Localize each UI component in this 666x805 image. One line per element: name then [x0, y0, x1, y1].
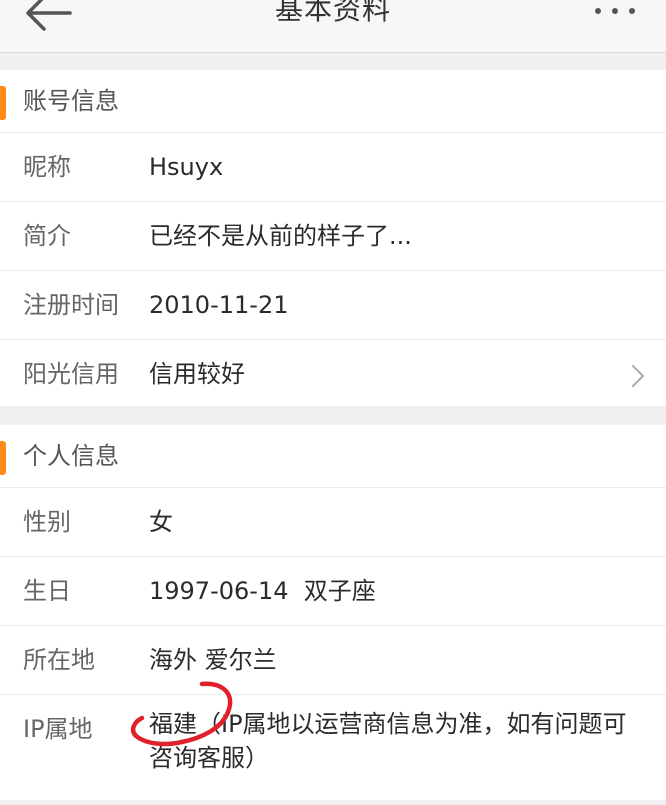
row-ip-location: IP属地 福建（IP属地以运营商信息为准，如有问题可咨询客服） — [0, 695, 666, 805]
top-navigation-bar: 基本资料 — [0, 0, 666, 53]
location-label: 所在地 — [23, 646, 95, 674]
row-birthday: 生日 1997-06-14 双子座 — [0, 557, 666, 626]
sunshine-credit-label: 阳光信用 — [23, 360, 119, 388]
sunshine-credit-value: 信用较好 — [149, 360, 245, 388]
row-bio: 简介 已经不是从前的样子了... — [0, 202, 666, 271]
bio-label: 简介 — [23, 222, 71, 250]
page-title: 基本资料 — [274, 0, 391, 26]
section-header-personal: 个人信息 — [0, 425, 666, 488]
account-info-section: 账号信息 昵称 Hsuyx 简介 已经不是从前的样子了... 注册时间 2010… — [0, 70, 666, 406]
section-accent-bar — [0, 441, 6, 475]
nickname-label: 昵称 — [23, 153, 71, 181]
ip-location-label: IP属地 — [23, 715, 93, 743]
row-gender: 性别 女 — [0, 488, 666, 557]
birthday-label: 生日 — [23, 577, 71, 605]
register-date-label: 注册时间 — [23, 291, 119, 319]
section-accent-bar — [0, 86, 6, 120]
chevron-right-icon — [632, 365, 644, 387]
ip-location-value: 福建（IP属地以运营商信息为准，如有问题可咨询客服） — [149, 710, 627, 772]
bio-value: 已经不是从前的样子了... — [149, 222, 412, 250]
register-date-value: 2010-11-21 — [149, 291, 289, 319]
more-dots-icon[interactable] — [590, 0, 640, 28]
row-nickname: 昵称 Hsuyx — [0, 133, 666, 202]
gender-label: 性别 — [23, 508, 71, 536]
birthday-value: 1997-06-14 双子座 — [149, 577, 376, 605]
row-location: 所在地 海外 爱尔兰 — [0, 626, 666, 695]
location-value: 海外 爱尔兰 — [149, 646, 277, 674]
personal-info-section: 个人信息 性别 女 生日 1997-06-14 双子座 所在地 海外 爱尔兰 I… — [0, 425, 666, 800]
row-sunshine-credit[interactable]: 阳光信用 信用较好 — [0, 340, 666, 408]
nickname-value: Hsuyx — [149, 153, 224, 181]
section-header-account: 账号信息 — [0, 70, 666, 133]
gender-value: 女 — [149, 508, 173, 536]
section-title-personal: 个人信息 — [23, 442, 119, 470]
row-register-date: 注册时间 2010-11-21 — [0, 271, 666, 340]
section-title-account: 账号信息 — [23, 87, 119, 115]
